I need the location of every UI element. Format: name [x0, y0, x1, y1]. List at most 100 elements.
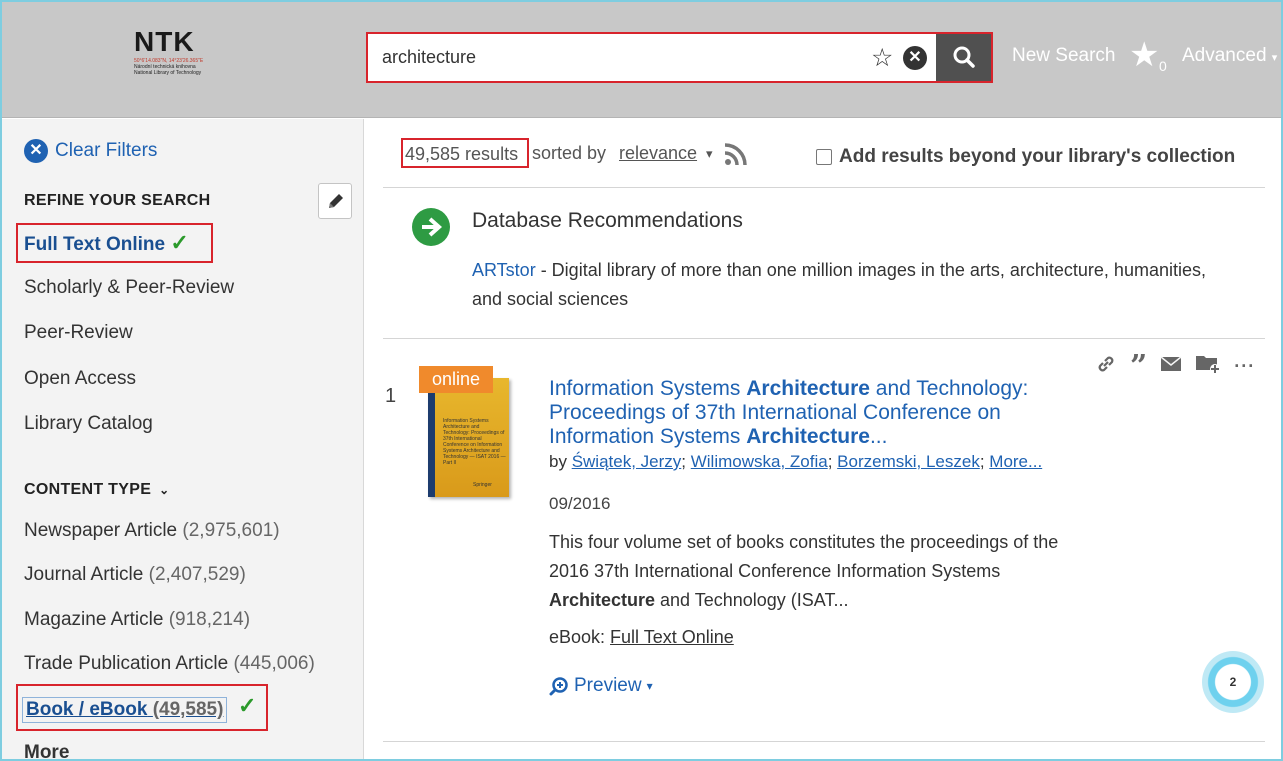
- more-content-types[interactable]: More: [24, 741, 69, 761]
- facet-count: (2,407,529): [148, 564, 246, 585]
- star-icon[interactable]: ☆: [871, 42, 893, 74]
- result-title-link[interactable]: Information Systems Architecture and Tec…: [549, 377, 1079, 449]
- facet-scholarly[interactable]: Scholarly & Peer-Review: [24, 276, 234, 300]
- checkbox[interactable]: [816, 149, 832, 165]
- chevron-down-icon: ▾: [646, 679, 653, 693]
- facet-journal-article[interactable]: Journal Article (2,407,529): [24, 563, 246, 587]
- ntk-logo[interactable]: NTK 50°6'14.083"N, 14°23'26.365"E Národn…: [134, 26, 234, 77]
- db-recommendation-title: Database Recommendations: [472, 209, 743, 232]
- result-authors: by Świątek, Jerzy; Wilimowska, Zofia; Bo…: [549, 452, 1043, 471]
- check-icon: ✓: [170, 230, 189, 255]
- result-number: 1: [385, 385, 397, 407]
- content-type-label: CONTENT TYPE: [24, 481, 152, 498]
- db-recommendation-icon: [412, 208, 450, 246]
- magnifier-plus-icon: [549, 677, 568, 696]
- title-part: ...: [869, 425, 888, 448]
- chevron-down-icon: ▾: [1271, 52, 1278, 64]
- clear-icon[interactable]: ✕: [903, 46, 927, 70]
- folder-add-icon[interactable]: [1195, 353, 1221, 380]
- facet-label: Newspaper Article: [24, 520, 178, 541]
- pencil-icon: [329, 194, 343, 208]
- facet-count: (445,006): [233, 653, 315, 674]
- facet-magazine-article[interactable]: Magazine Article (918,214): [24, 608, 250, 632]
- title-highlight: Architecture: [746, 425, 870, 448]
- saved-count: 0: [1159, 58, 1167, 74]
- saved-star-icon[interactable]: ★: [1129, 37, 1159, 73]
- search-box: ☆ ✕: [366, 32, 993, 83]
- search-icon: [953, 46, 975, 68]
- facet-label: Trade Publication Article: [24, 653, 229, 674]
- full-text-online-link[interactable]: Full Text Online: [610, 627, 734, 647]
- clear-filters-icon: ✕: [24, 139, 48, 163]
- book-cover[interactable]: Information Systems Architecture and Tec…: [428, 378, 509, 497]
- author-link[interactable]: Świątek, Jerzy: [572, 452, 682, 471]
- facet-count: (49,585): [152, 699, 224, 720]
- db-recommendation-desc: ARTstor - Digital library of more than o…: [472, 256, 1232, 314]
- author-link[interactable]: Borzemski, Leszek: [837, 452, 980, 471]
- result-date: 09/2016: [549, 494, 611, 513]
- more-icon[interactable]: ···: [1234, 356, 1255, 377]
- divider: [383, 741, 1265, 742]
- mail-icon[interactable]: [1160, 356, 1182, 377]
- content-type-title[interactable]: CONTENT TYPE ⌄: [24, 481, 170, 499]
- facet-open-access[interactable]: Open Access: [24, 367, 136, 391]
- search-button[interactable]: [936, 34, 991, 81]
- facet-count: (2,975,601): [182, 520, 280, 541]
- help-bubble-count: 2: [1229, 675, 1237, 689]
- check-icon: ✓: [238, 693, 257, 718]
- abstract-part: This four volume set of books constitute…: [549, 532, 1059, 581]
- result-actions: ” ···: [1095, 351, 1268, 381]
- by-label: by: [549, 452, 572, 471]
- clear-filters-label: Clear Filters: [55, 140, 158, 161]
- header: NTK 50°6'14.083"N, 14°23'26.365"E Národn…: [0, 0, 1283, 118]
- result-count: 49,585 results: [401, 138, 529, 168]
- refine-title: REFINE YOUR SEARCH: [24, 192, 211, 209]
- quote-icon[interactable]: ”: [1130, 351, 1147, 381]
- sort-dropdown[interactable]: relevance: [619, 143, 697, 164]
- rss-icon[interactable]: [724, 142, 748, 166]
- clear-filters-button[interactable]: ✕ Clear Filters: [24, 139, 157, 163]
- result-format: eBook: Full Text Online: [549, 627, 734, 648]
- facet-label: Full Text Online: [24, 234, 166, 255]
- cover-text: Information Systems Architecture and Tec…: [443, 418, 506, 466]
- facet-count: (918,214): [168, 609, 251, 630]
- new-search-link[interactable]: New Search: [1012, 43, 1116, 69]
- divider: [383, 187, 1265, 188]
- facet-library-catalog[interactable]: Library Catalog: [24, 412, 153, 436]
- more-authors-link[interactable]: More...: [989, 452, 1042, 471]
- abstract-highlight: Architecture: [549, 590, 656, 610]
- advanced-search-link[interactable]: Advanced ▾: [1182, 43, 1277, 71]
- help-bubble[interactable]: 2: [1202, 651, 1264, 713]
- beyond-collection-checkbox[interactable]: Add results beyond your library's collec…: [816, 146, 1235, 168]
- chevron-down-icon: ▾: [706, 146, 713, 161]
- facet-label: Magazine Article: [24, 609, 164, 630]
- preview-button[interactable]: Preview ▾: [549, 675, 653, 697]
- divider: [383, 338, 1265, 339]
- sidebar: ✕ Clear Filters REFINE YOUR SEARCH Full …: [0, 119, 364, 761]
- facet-peer-review[interactable]: Peer-Review: [24, 321, 133, 345]
- facet-book-ebook[interactable]: Book / eBook (49,585): [22, 697, 228, 723]
- facet-label: Book / eBook: [26, 699, 148, 720]
- facet-newspaper-article[interactable]: Newspaper Article (2,975,601): [24, 519, 280, 543]
- result-abstract: This four volume set of books constitute…: [549, 528, 1079, 615]
- edit-refine-button[interactable]: [318, 183, 352, 219]
- search-input[interactable]: [372, 38, 936, 77]
- abstract-part: and Technology (ISAT...: [655, 590, 849, 610]
- chevron-down-icon: ⌄: [159, 483, 170, 497]
- facet-label: Journal Article: [24, 564, 144, 585]
- db-desc-text: - Digital library of more than one milli…: [472, 260, 1206, 309]
- link-icon[interactable]: [1095, 353, 1117, 380]
- title-part: Information Systems: [549, 377, 747, 400]
- facet-full-text-online[interactable]: Full Text Online ✓: [24, 231, 189, 257]
- online-badge: online: [419, 366, 493, 393]
- cover-publisher: Springer: [473, 482, 492, 488]
- author-link[interactable]: Wilimowska, Zofia: [691, 452, 828, 471]
- sorted-by-label: sorted by: [532, 143, 607, 163]
- beyond-label: Add results beyond your library's collec…: [839, 146, 1236, 167]
- logo-line-2: National Library of Technology: [134, 70, 202, 76]
- artstor-link[interactable]: ARTstor: [472, 260, 536, 280]
- facet-trade-publication[interactable]: Trade Publication Article (445,006): [24, 652, 315, 676]
- arrow-right-icon: [422, 217, 443, 237]
- title-highlight: Architecture: [746, 377, 870, 400]
- logo-name: NTK: [134, 26, 195, 57]
